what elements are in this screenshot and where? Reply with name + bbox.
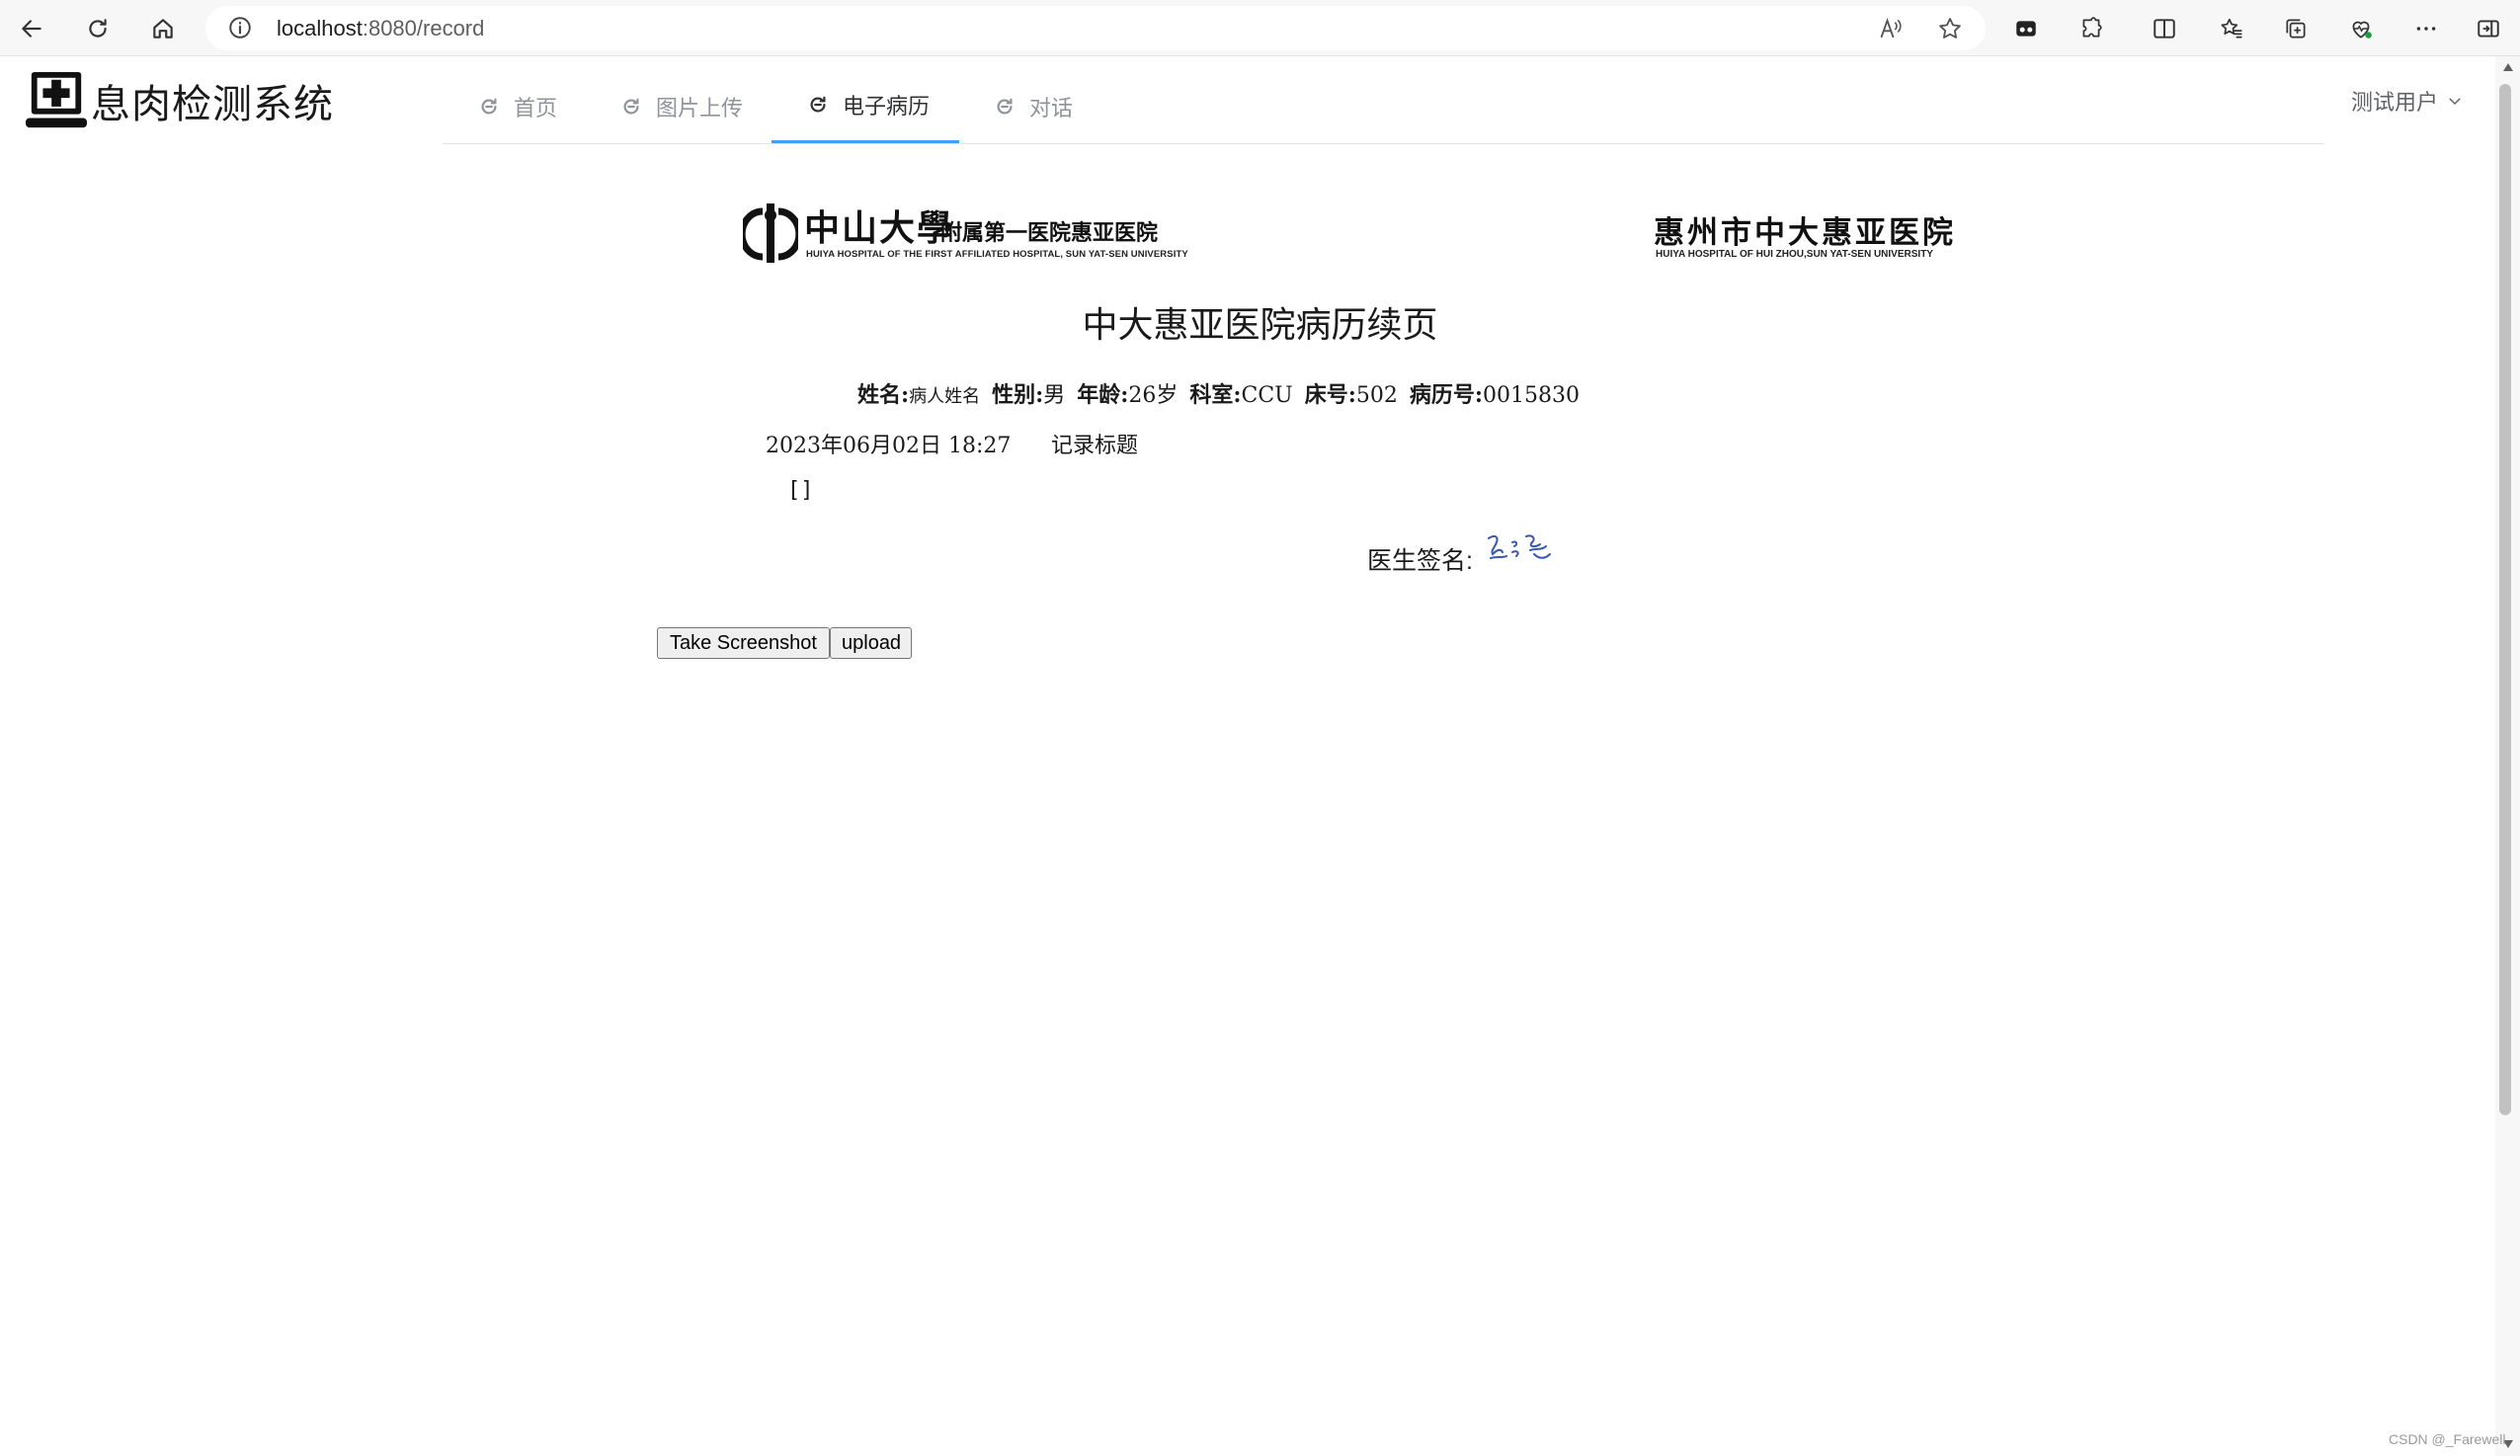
dept-label: 科室: [1189, 382, 1242, 408]
chevron-down-icon [2449, 98, 2461, 106]
hospital-name-small: 附属第一医院惠亚医院 [940, 220, 1159, 246]
home-button[interactable] [144, 10, 182, 47]
favorites-button[interactable] [2213, 10, 2250, 47]
extensions-button[interactable] [2073, 10, 2110, 47]
puzzle-icon [2082, 17, 2102, 38]
hospital-logo-right: 惠州市中大惠亚医院 HUIYA HOSPITAL OF HUI ZHOU,SUN… [1654, 207, 1953, 267]
dept-value: CCU [1241, 383, 1293, 408]
doctor-signature-image [1488, 534, 1551, 559]
split-screen-icon [2154, 19, 2175, 39]
sidebar-toggle-button[interactable] [2470, 10, 2507, 47]
browser-toolbar: localhost:8080/record [0, 0, 2520, 56]
bed-label: 床号: [1304, 382, 1356, 408]
refresh-icon [623, 98, 639, 115]
nav-label: 图片上传 [656, 95, 744, 121]
heart-health-icon [2352, 21, 2372, 39]
info-icon[interactable] [227, 15, 253, 40]
patient-info: 姓名:病人姓名 性别:男 年龄:26岁 科室:CCU 床号:502 病历号:0015830 [857, 377, 1580, 409]
hospital-name: 惠州市中大惠亚医院 [1654, 215, 1956, 251]
refresh-icon [997, 98, 1013, 115]
incognito-icon [2016, 21, 2036, 37]
record-heading: 记录标题 [1051, 434, 1139, 458]
app-title: 息肉检测系统 [91, 83, 334, 126]
app-logo[interactable]: 息肉检测系统 [26, 69, 334, 132]
more-menu-button[interactable] [2407, 10, 2445, 47]
main-nav: 首页 图片上传 电子病历 对话 [443, 69, 2324, 144]
name-value: 病人姓名 [909, 386, 981, 407]
watermark: CSDN @_Farewell [2389, 1431, 2506, 1447]
nav-item-medical-record[interactable]: 电子病历 [772, 69, 959, 143]
refresh-icon [89, 19, 107, 38]
favorite-star-icon[interactable] [1936, 15, 1964, 42]
back-arrow-icon [22, 20, 41, 38]
hospital-name-english: HUIYA HOSPITAL OF THE FIRST AFFILIATED H… [806, 249, 1188, 260]
hospital-name-english: HUIYA HOSPITAL OF HUI ZHOU,SUN YAT-SEN U… [1656, 249, 1933, 260]
page-scrollbar[interactable] [2495, 56, 2520, 1456]
nav-label: 对话 [1029, 95, 1074, 121]
url-host: localhost [277, 16, 363, 40]
age-value: 26岁 [1128, 383, 1179, 408]
nav-label: 电子病历 [843, 94, 931, 119]
home-icon [153, 19, 173, 39]
sysu-emblem-icon [743, 203, 798, 263]
user-name: 测试用户 [2351, 90, 2439, 115]
nav-label: 首页 [514, 95, 558, 121]
record-number-label: 病历号: [1409, 382, 1483, 408]
gender-label: 性别: [992, 382, 1044, 408]
scrollbar-thumb[interactable] [2499, 84, 2511, 1115]
address-bar[interactable]: localhost:8080/record [205, 6, 1986, 50]
refresh-button[interactable] [79, 10, 117, 47]
collections-button[interactable] [2277, 10, 2315, 47]
bed-value: 502 [1355, 383, 1398, 408]
more-dots-icon [2416, 27, 2436, 31]
upload-button[interactable]: upload [830, 627, 912, 659]
scroll-up-arrow-icon[interactable] [2502, 62, 2514, 72]
record-content: [] [787, 478, 814, 503]
extensions-profile-button[interactable] [2007, 10, 2045, 47]
browser-essentials-button[interactable] [2342, 10, 2380, 47]
hospital-name-big: 中山大學 [804, 207, 955, 249]
hospital-logo-left: 中山大學 附属第一医院惠亚医院 HUIYA HOSPITAL OF THE FI… [743, 198, 1188, 267]
collections-icon [2286, 19, 2306, 39]
gender-value: 男 [1043, 383, 1066, 408]
nav-item-home[interactable]: 首页 [478, 69, 557, 143]
record-title: 中大惠亚医院病历续页 [1082, 305, 1438, 346]
record-number-value: 0015830 [1482, 383, 1580, 408]
user-dropdown[interactable]: 测试用户 [2351, 85, 2464, 117]
name-label: 姓名: [857, 382, 910, 408]
back-button[interactable] [13, 10, 50, 47]
refresh-icon [481, 98, 497, 115]
medical-laptop-icon [26, 71, 87, 128]
url-text[interactable]: localhost:8080/record [277, 6, 484, 50]
refresh-icon [810, 96, 826, 113]
nav-item-chat[interactable]: 对话 [994, 69, 1073, 143]
age-label: 年龄: [1077, 382, 1129, 408]
sidebar-toggle-icon [2478, 20, 2499, 38]
favorites-list-icon [2221, 18, 2242, 39]
nav-item-image-upload[interactable]: 图片上传 [620, 69, 743, 143]
url-path: :8080/record [362, 16, 485, 40]
split-screen-button[interactable] [2146, 10, 2183, 47]
record-datetime: 2023年06月02日 18:27 [766, 434, 1012, 458]
doctor-signature-label: 医生签名: [1367, 547, 1473, 575]
take-screenshot-button[interactable]: Take Screenshot [657, 627, 830, 659]
read-aloud-icon[interactable] [1877, 15, 1905, 42]
